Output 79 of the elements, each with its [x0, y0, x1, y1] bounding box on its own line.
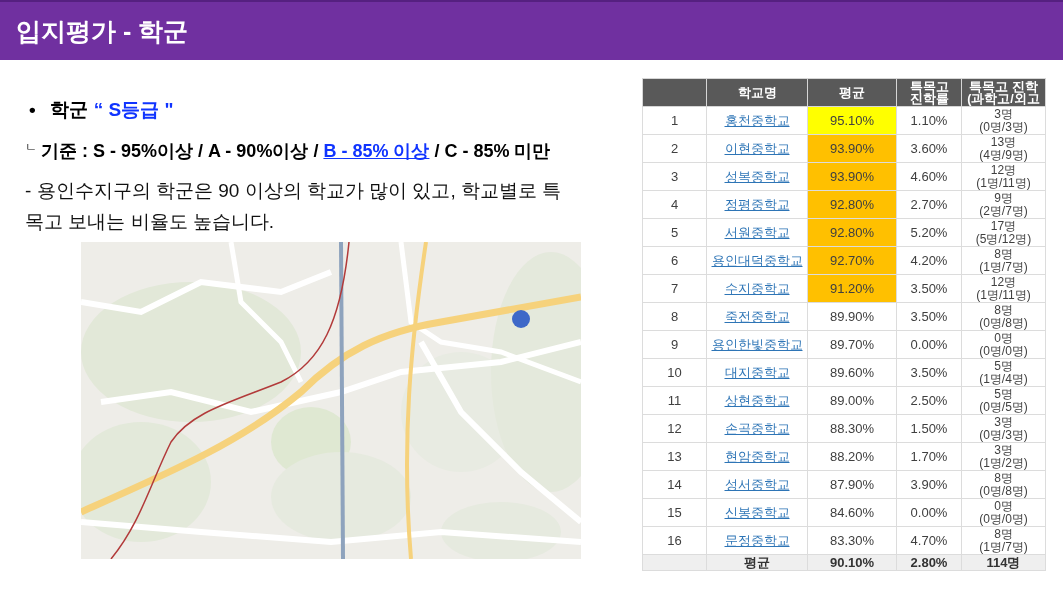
table-cell: 92.80% — [807, 218, 897, 247]
table-cell: 91.20% — [807, 274, 897, 303]
table-cell: 2.80% — [896, 554, 962, 571]
table-cell: 17명 (5명/12명) — [961, 218, 1046, 247]
column-header: 특목고 진학 (과학고/외고 — [961, 78, 1046, 107]
table-cell: 9명 (2명/7명) — [961, 190, 1046, 219]
table-cell: 0.00% — [896, 330, 962, 359]
table-cell: 0.00% — [896, 498, 962, 527]
table-cell: 3명 (0명/3명) — [961, 414, 1046, 443]
criteria-link[interactable]: B - 85% 이상 — [323, 141, 430, 161]
table-cell: 93.90% — [807, 134, 897, 163]
table-cell: 3.50% — [896, 358, 962, 387]
table-cell: 87.90% — [807, 470, 897, 499]
table-cell: 92.80% — [807, 190, 897, 219]
column-header: 학교명 — [706, 78, 808, 107]
table-cell: 84.60% — [807, 498, 897, 527]
table-cell: 2.70% — [896, 190, 962, 219]
table-cell: 15 — [642, 498, 707, 527]
table-cell: 4.20% — [896, 246, 962, 275]
table-cell: 11 — [642, 386, 707, 415]
table-cell: 83.30% — [807, 526, 897, 555]
table-cell: 3명 (0명/3명) — [961, 106, 1046, 135]
table-cell: 4 — [642, 190, 707, 219]
table-cell: 89.90% — [807, 302, 897, 331]
table-cell: 8 — [642, 302, 707, 331]
table-cell: 3.50% — [896, 274, 962, 303]
table-cell: 2.50% — [896, 386, 962, 415]
table-cell: 89.00% — [807, 386, 897, 415]
table-cell: 10 — [642, 358, 707, 387]
table-cell: 1.50% — [896, 414, 962, 443]
table-cell: 12명 (1명/11명) — [961, 162, 1046, 191]
table-cell: 5명 (1명/4명) — [961, 358, 1046, 387]
table-cell: 88.30% — [807, 414, 897, 443]
table-cell: 92.70% — [807, 246, 897, 275]
table-cell: 89.70% — [807, 330, 897, 359]
table-cell: 14 — [642, 470, 707, 499]
table-cell: 4.70% — [896, 526, 962, 555]
table-cell: 3 — [642, 162, 707, 191]
table-cell: 90.10% — [807, 554, 897, 571]
table-cell: 5 — [642, 218, 707, 247]
table-cell: 12명 (1명/11명) — [961, 274, 1046, 303]
table-cell: 7 — [642, 274, 707, 303]
table-cell: 5명 (0명/5명) — [961, 386, 1046, 415]
table-cell: 8명 (1명/7명) — [961, 526, 1046, 555]
table-cell: 6 — [642, 246, 707, 275]
table-cell: 95.10% — [807, 106, 897, 135]
table-cell: 2 — [642, 134, 707, 163]
table-cell: 8명 (0명/8명) — [961, 302, 1046, 331]
table-cell: 8명 (0명/8명) — [961, 470, 1046, 499]
table-cell: 89.60% — [807, 358, 897, 387]
table-cell: 9 — [642, 330, 707, 359]
column-header: 특목고 진학률 — [896, 78, 962, 107]
table-cell: 13 — [642, 442, 707, 471]
table-cell: 4.60% — [896, 162, 962, 191]
table-cell: 1.10% — [896, 106, 962, 135]
description-text: - 용인수지구의 학군은 90 이상의 학교가 많이 있고, 학교별로 특목고 보내는 비율도 높습니다. — [25, 179, 563, 234]
section-label: 학군 — [49, 98, 88, 122]
table-cell: 평균 — [706, 554, 808, 571]
table-cell: 0명 (0명/0명) — [961, 330, 1046, 359]
table-cell: 0명 (0명/0명) — [961, 498, 1046, 527]
table-cell: 3.50% — [896, 302, 962, 331]
table-cell: 8명 (1명/7명) — [961, 246, 1046, 275]
page-title: 입지평가 - 학군 — [16, 16, 190, 46]
table-cell: 93.90% — [807, 162, 897, 191]
bullet-marker: • — [29, 98, 36, 122]
table-cell: 5.20% — [896, 218, 962, 247]
table-cell: 114명 — [961, 554, 1046, 571]
table-cell: 1 — [642, 106, 707, 135]
table-cell: 3명 (1명/2명) — [961, 442, 1046, 471]
table-cell: 12 — [642, 414, 707, 443]
table-cell: 3.90% — [896, 470, 962, 499]
grade-label: “ S등급 " — [93, 98, 174, 122]
table-cell: 16 — [642, 526, 707, 555]
table-cell: 1.70% — [896, 442, 962, 471]
table-cell: 3.60% — [896, 134, 962, 163]
table-cell: 13명 (4명/9명) — [961, 134, 1046, 163]
criteria-text: $^{ㄴ}$ 기준 : S - 95%이상 / A - 90%이상 / B - 85% 이상 / C - 85% 미만 — [25, 139, 552, 163]
table-cell: 88.20% — [807, 442, 897, 471]
column-header: 평균 — [807, 78, 897, 107]
